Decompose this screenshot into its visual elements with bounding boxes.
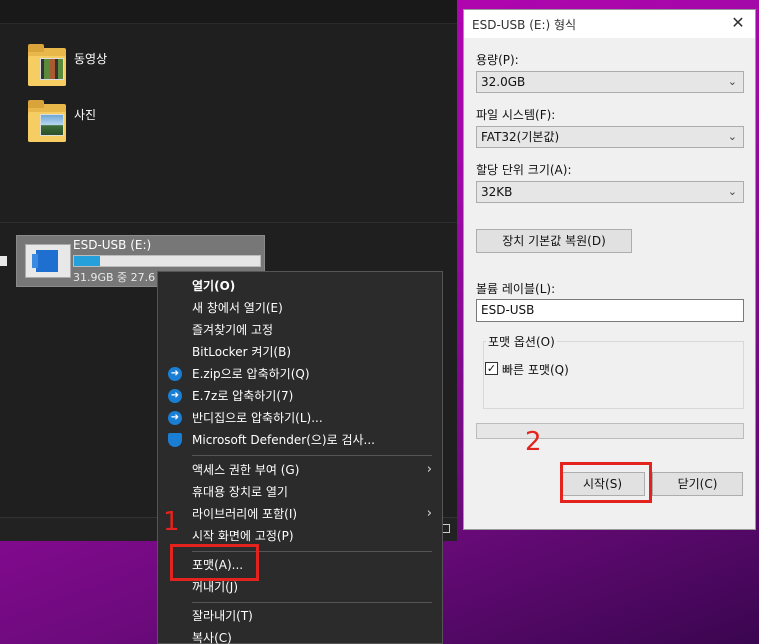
- menu-item-bandizip[interactable]: ➜ 반디집으로 압축하기(L)...: [158, 407, 442, 429]
- drive-usage-bar: [73, 255, 261, 267]
- video-folder-icon: [28, 44, 68, 88]
- quick-format-label[interactable]: 빠른 포맷(Q): [502, 361, 569, 378]
- chevron-down-icon: ⌄: [727, 185, 737, 198]
- chevron-down-icon: ⌄: [727, 130, 737, 143]
- bandizip-icon: ➜: [168, 389, 182, 403]
- highlight-box-start: [560, 462, 652, 503]
- capacity-label: 용량(P):: [476, 53, 519, 67]
- capacity-select[interactable]: 32.0GB ⌄: [476, 71, 744, 93]
- step-label-1: 1: [163, 507, 180, 537]
- menu-item-portable-device[interactable]: 휴대용 장치로 열기: [158, 481, 442, 503]
- menu-item-cut[interactable]: 잘라내기(T): [158, 605, 442, 627]
- bandizip-icon: ➜: [168, 367, 182, 381]
- folder-label: 사진: [74, 108, 97, 122]
- selection-marker: [0, 256, 7, 266]
- menu-item-copy[interactable]: 복사(C): [158, 627, 442, 644]
- explorer-top-strip: [0, 0, 457, 24]
- filesystem-label: 파일 시스템(F):: [476, 108, 556, 122]
- menu-item-open[interactable]: 열기(O): [158, 275, 442, 297]
- section-divider: [0, 222, 457, 223]
- menu-item-bitlocker[interactable]: BitLocker 켜기(B): [158, 341, 442, 363]
- folder-videos[interactable]: 동영상: [28, 44, 107, 88]
- close-icon[interactable]: ✕: [729, 13, 747, 32]
- drive-usage-fill: [74, 256, 101, 266]
- bandizip-icon: ➜: [168, 411, 182, 425]
- menu-item-pin-quick-access[interactable]: 즐겨찾기에 고정: [158, 319, 442, 341]
- folder-photos[interactable]: 사진: [28, 100, 96, 144]
- close-button[interactable]: 닫기(C): [652, 472, 743, 496]
- volume-label-input[interactable]: ESD-USB: [476, 299, 744, 322]
- drive-space-text: 31.9GB 중 27.6: [73, 271, 156, 284]
- menu-item-7z[interactable]: ➜ E.7z로 압축하기(7): [158, 385, 442, 407]
- format-progress-bar: [476, 423, 744, 439]
- format-options-legend: 포맷 옵션(O): [486, 333, 557, 350]
- dialog-title: ESD-USB (E:) 형식: [472, 18, 577, 32]
- dialog-titlebar: ESD-USB (E:) 형식 ✕: [464, 10, 755, 38]
- chevron-down-icon: ⌄: [727, 75, 737, 88]
- defender-shield-icon: [168, 433, 182, 447]
- usb-drive-icon: [25, 244, 71, 278]
- allocation-label: 할당 단위 크기(A):: [476, 163, 572, 177]
- photo-folder-icon: [28, 100, 68, 144]
- menu-separator: [192, 602, 432, 603]
- context-menu: 열기(O) 새 창에서 열기(E) 즐겨찾기에 고정 BitLocker 켜기(…: [157, 271, 443, 644]
- volume-label: 볼륨 레이블(L):: [476, 282, 556, 296]
- menu-item-give-access[interactable]: 액세스 권한 부여 (G) ›: [158, 459, 442, 481]
- highlight-box-format: [170, 544, 259, 581]
- chevron-right-icon: ›: [426, 462, 432, 477]
- filesystem-select[interactable]: FAT32(기본값) ⌄: [476, 126, 744, 148]
- menu-item-defender-scan[interactable]: Microsoft Defender(으)로 검사...: [158, 429, 442, 451]
- quick-format-checkbox[interactable]: ✓: [485, 362, 498, 375]
- step-label-2: 2: [525, 427, 542, 457]
- drive-title: ESD-USB (E:): [73, 238, 152, 252]
- format-dialog: ESD-USB (E:) 형식 ✕ 용량(P): 32.0GB ⌄ 파일 시스템…: [463, 9, 756, 530]
- allocation-select[interactable]: 32KB ⌄: [476, 181, 744, 203]
- chevron-right-icon: ›: [426, 506, 432, 521]
- folder-label: 동영상: [74, 52, 108, 66]
- restore-defaults-button[interactable]: 장치 기본값 복원(D): [476, 229, 632, 253]
- menu-separator: [192, 455, 432, 456]
- menu-item-open-new-window[interactable]: 새 창에서 열기(E): [158, 297, 442, 319]
- menu-item-include-library[interactable]: 라이브러리에 포함(I) ›: [158, 503, 442, 525]
- menu-item-zip[interactable]: ➜ E.zip으로 압축하기(Q): [158, 363, 442, 385]
